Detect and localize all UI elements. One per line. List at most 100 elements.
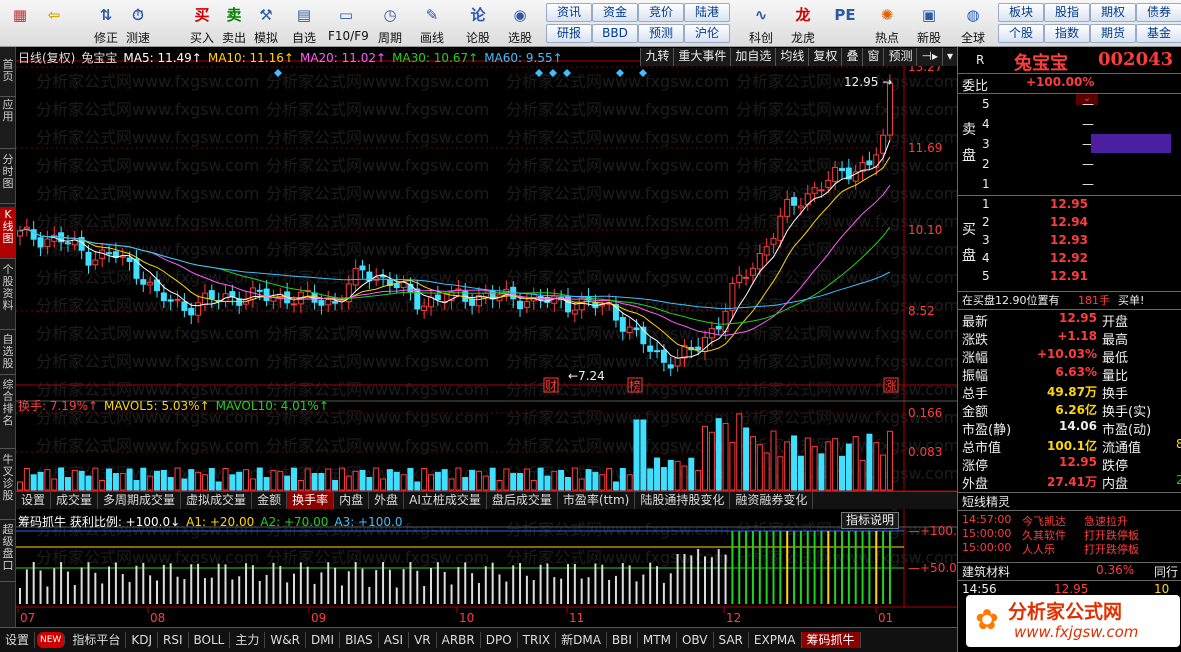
quick-button[interactable]: 沪伦: [684, 24, 730, 43]
volume-tab[interactable]: 成交量: [51, 492, 99, 509]
sector-peer-link[interactable]: 同行: [1154, 563, 1178, 580]
select-stock-tool[interactable]: ◉ 选股: [502, 2, 538, 45]
buy-price[interactable]: 12.92: [1050, 251, 1088, 265]
longhu-tool[interactable]: 龙龙虎: [784, 2, 822, 45]
indicator-tab[interactable]: 筹码抓牛: [801, 632, 861, 648]
back-tool[interactable]: ⇦: [36, 2, 72, 45]
left-nav-item[interactable]: K线图: [0, 207, 16, 259]
chart-top-button[interactable]: 叠: [841, 48, 863, 66]
kechuang-tool[interactable]: ∿ 科创: [742, 2, 780, 45]
indicator-tab[interactable]: ASI: [379, 632, 410, 648]
chart-top-button[interactable]: ⊣▸: [916, 48, 942, 66]
simulate-tool[interactable]: ⚒ 模拟: [248, 2, 284, 45]
hot-tool[interactable]: ✺ 热点: [868, 2, 906, 45]
indicator-tab[interactable]: KDJ: [126, 632, 159, 648]
watchlist-tool[interactable]: ▤ 自选: [286, 2, 322, 45]
volume-tab[interactable]: 多周期成交量: [98, 492, 182, 509]
market-button[interactable]: 板块: [998, 3, 1044, 22]
indicator-tab[interactable]: OBV: [677, 632, 714, 648]
chart-top-button[interactable]: 预测: [883, 48, 917, 66]
indicator-tab[interactable]: VR: [409, 632, 437, 648]
indicator-tab[interactable]: DPO: [481, 632, 518, 648]
market-button[interactable]: 个股: [998, 24, 1044, 43]
indicator-tab[interactable]: EXPMA: [749, 632, 802, 648]
market-button[interactable]: 基金: [1136, 24, 1181, 43]
volume-tab[interactable]: 陆股通持股变化: [635, 492, 731, 509]
sell-price[interactable]: —: [1082, 97, 1094, 111]
indicator-tab[interactable]: BIAS: [340, 632, 379, 648]
kline-chart-panel[interactable]: 分析家公式网www.fxgsw.com 分析家公式网www.fxgsw.com 分析…: [16, 47, 957, 627]
quick-button[interactable]: 资讯: [546, 3, 592, 22]
market-button[interactable]: 期货: [1090, 24, 1136, 43]
indicator-tab[interactable]: 新DMA: [556, 632, 607, 648]
indicator-tab[interactable]: 设置: [0, 632, 36, 648]
chart-top-button[interactable]: 窗: [862, 48, 884, 66]
buy-tool[interactable]: 买买入: [184, 2, 220, 45]
market-button[interactable]: 债券: [1136, 3, 1181, 22]
indicator-tab[interactable]: BBI: [607, 632, 638, 648]
volume-tab[interactable]: 市盈率(ttm): [558, 492, 636, 509]
volume-tab[interactable]: 设置: [16, 492, 52, 509]
chart-top-button[interactable]: 重大事件: [673, 48, 731, 66]
indicator-tab[interactable]: 主力: [230, 632, 266, 648]
buy-price[interactable]: 12.94: [1050, 215, 1088, 229]
globe-tool[interactable]: ◍ 全球: [954, 2, 992, 45]
chart-top-button[interactable]: ▾: [941, 48, 957, 66]
speed-tool[interactable]: ⏱ 测速: [120, 2, 156, 45]
home-tool[interactable]: ▦: [2, 2, 38, 45]
quick-button[interactable]: 研报: [546, 24, 592, 43]
pe-tool[interactable]: PE: [826, 2, 864, 45]
chart-top-button[interactable]: 均线: [775, 48, 809, 66]
volume-tab[interactable]: 虚拟成交量: [181, 492, 253, 509]
volume-tab[interactable]: 内盘: [334, 492, 370, 509]
market-button[interactable]: 指数: [1044, 24, 1090, 43]
sell-price[interactable]: —: [1082, 117, 1094, 131]
indicator-tab[interactable]: RSI: [158, 632, 189, 648]
sector-name[interactable]: 建筑材料: [962, 563, 1010, 580]
quick-button[interactable]: 竞价: [638, 3, 684, 22]
indicator-tab[interactable]: SAR: [714, 632, 749, 648]
volume-tab[interactable]: 外盘: [369, 492, 405, 509]
indicator-tab[interactable]: DMI: [306, 632, 341, 648]
indicator-tab[interactable]: NEW: [37, 632, 66, 648]
elf-stock[interactable]: 人人乐: [1022, 541, 1055, 557]
left-nav-item[interactable]: 首页: [0, 57, 16, 97]
volume-tab[interactable]: 盘后成交量: [487, 492, 558, 509]
volume-tab[interactable]: 融资融券变化: [730, 492, 814, 509]
draw-tool[interactable]: ✎ 画线: [414, 2, 450, 45]
sell-tool[interactable]: 卖卖出: [216, 2, 252, 45]
period-tool[interactable]: ◷ 周期: [372, 2, 408, 45]
left-nav-item[interactable]: 牛叉诊股: [0, 452, 16, 520]
quick-button[interactable]: 陆港: [684, 3, 730, 22]
f10-tool[interactable]: ▭ F10/F9: [328, 2, 369, 45]
quick-button[interactable]: BBD: [592, 24, 638, 43]
indicator-tab[interactable]: BOLL: [189, 632, 231, 648]
left-nav-item[interactable]: 分时图: [0, 152, 16, 204]
sell-price[interactable]: —: [1082, 157, 1094, 171]
indicator-tab[interactable]: 指标平台: [67, 632, 127, 648]
ipo-tool[interactable]: ▣ 新股: [910, 2, 948, 45]
quick-button[interactable]: 预测: [638, 24, 684, 43]
chart-top-button[interactable]: 复权: [808, 48, 842, 66]
indicator-tab[interactable]: TRIX: [518, 632, 557, 648]
buy-price[interactable]: 12.93: [1050, 233, 1088, 247]
market-button[interactable]: 股指: [1044, 3, 1090, 22]
indicator-help-button[interactable]: 指标说明: [840, 512, 899, 529]
chart-top-button[interactable]: 九转: [640, 48, 674, 66]
indicator-tab[interactable]: MTM: [638, 632, 677, 648]
volume-tab[interactable]: 换手率: [287, 492, 335, 509]
left-nav-item[interactable]: 综合排名: [0, 377, 16, 449]
volume-tab[interactable]: AI立桩成交量: [404, 492, 487, 509]
sell-price[interactable]: —: [1082, 177, 1094, 191]
left-nav-item[interactable]: 个股资料: [0, 262, 16, 330]
left-nav-item[interactable]: 自选股: [0, 332, 16, 375]
indicator-tab[interactable]: W&R: [265, 632, 306, 648]
discuss-tool[interactable]: 论论股: [460, 2, 496, 45]
market-button[interactable]: 期权: [1090, 3, 1136, 22]
indicator-tab[interactable]: ARBR: [437, 632, 481, 648]
chart-top-button[interactable]: 加自选: [730, 48, 776, 66]
buy-price[interactable]: 12.95: [1050, 197, 1088, 211]
left-nav-item[interactable]: 应用: [0, 97, 16, 149]
kline-chart-svg[interactable]: 分析家公式网www.fxgsw.com 分析家公式网www.fxgsw.com 分析…: [16, 47, 957, 627]
buy-price[interactable]: 12.91: [1050, 269, 1088, 283]
